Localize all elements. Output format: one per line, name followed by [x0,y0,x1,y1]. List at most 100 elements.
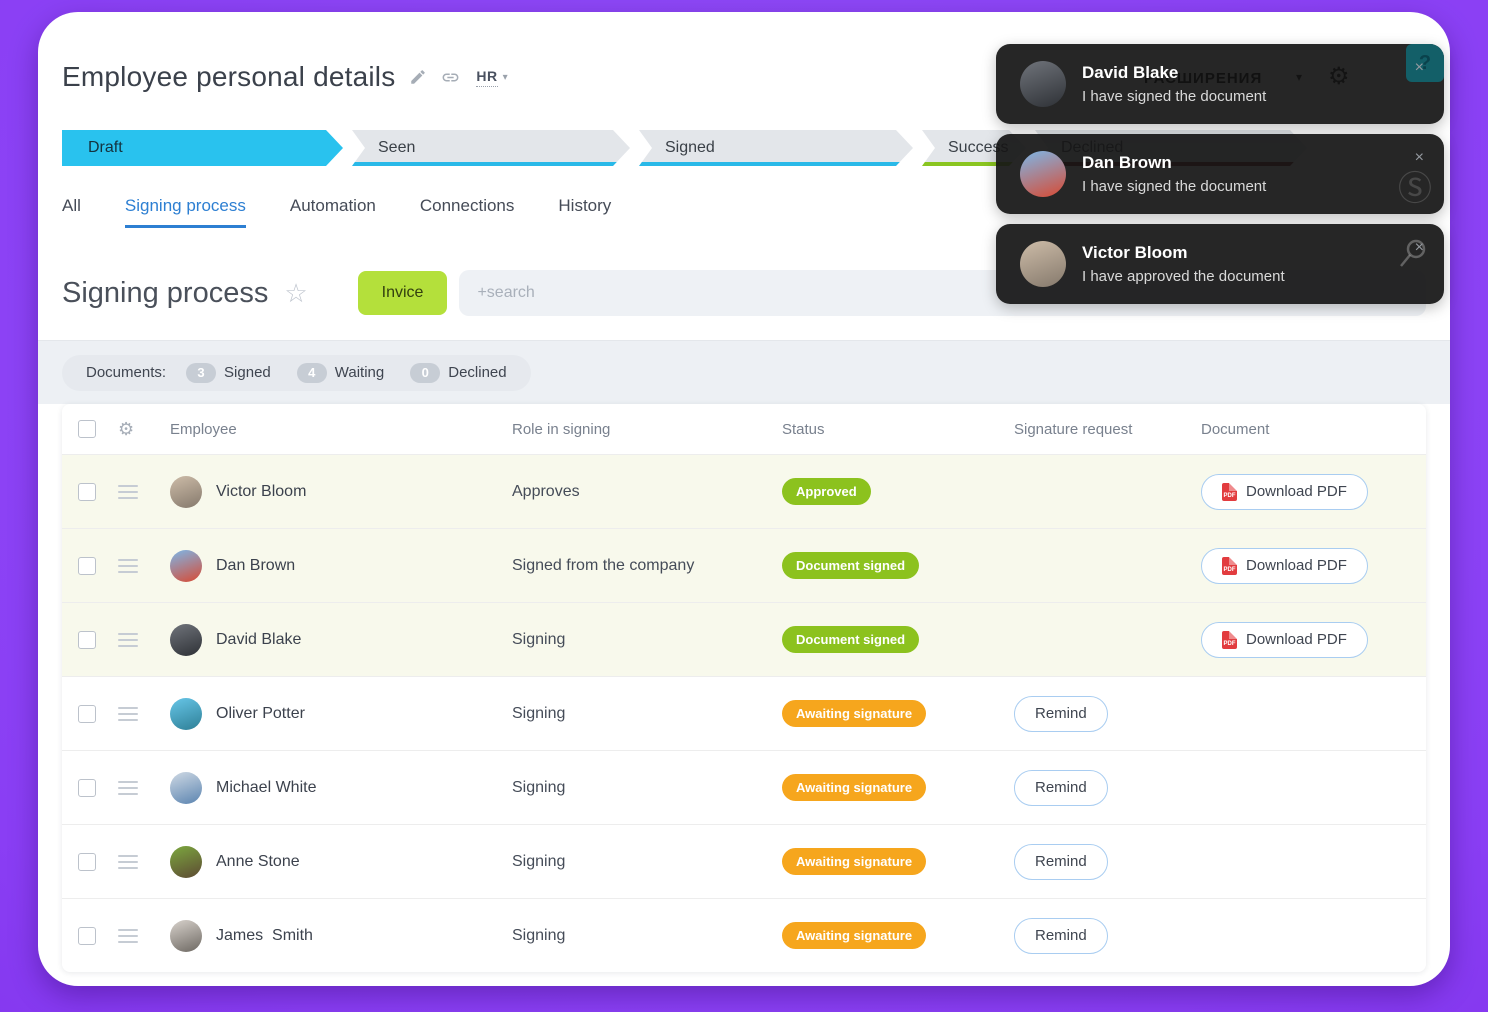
toast-message: I have signed the document [1082,88,1266,105]
tab-history[interactable]: History [558,196,611,225]
toast-close-icon[interactable]: × [1415,150,1424,166]
table-row: Victor BloomApprovesApproved Download PDF [62,454,1426,528]
employee-cell: Victor Bloom [170,476,512,508]
table-row: Michael WhiteSigningAwaiting signatureRe… [62,750,1426,824]
table-settings-gear-icon[interactable]: ⚙ [118,419,170,440]
drag-handle[interactable] [118,485,138,499]
tab-signing-process[interactable]: Signing process [125,196,246,228]
documents-band: Documents: 3Signed4Waiting0Declined [38,340,1450,404]
tab-automation[interactable]: Automation [290,196,376,225]
background-magnifier-icon [1394,236,1430,277]
employee-name: Anne Stone [216,853,300,871]
toast-body: Dan Brown I have signed the document [1082,153,1266,195]
status-badge: Document signed [782,552,919,579]
toast-body: Victor Bloom I have approved the document [1082,243,1285,285]
documents-counter-signed: 3Signed [186,363,271,383]
column-status: Status [782,421,1014,438]
edit-icon[interactable] [409,68,427,86]
employee-name: James Smith [216,927,313,945]
row-checkbox[interactable] [78,631,96,649]
avatar [170,846,202,878]
remind-button[interactable]: Remind [1014,696,1108,732]
document-cell: Download PDF [1201,548,1426,584]
employee-cell: David Blake [170,624,512,656]
column-document: Document [1201,421,1426,438]
documents-counter-waiting: 4Waiting [297,363,384,383]
step-signed[interactable]: Signed [639,130,913,166]
column-signature-request: Signature request [1014,421,1201,438]
role-in-signing: Approves [512,483,782,501]
notification-toast: ⓈDan BrownI have signed the document× [996,134,1444,214]
table-row: David BlakeSigningDocument signedDownloa… [62,602,1426,676]
notification-toast: РАСШИРЕНИЯ▾⚙?David BlakeI have signed th… [996,44,1444,124]
download-pdf-label: Download PDF [1246,631,1347,648]
tab-all[interactable]: All [62,196,81,225]
avatar [170,698,202,730]
download-pdf-button[interactable]: Download PDF [1201,622,1368,658]
status-cell: Awaiting signature [782,700,1014,727]
counter-value: 0 [410,363,440,383]
toast-message: I have signed the document [1082,178,1266,195]
role-in-signing: Signing [512,631,782,649]
toast-user-name: Dan Brown [1082,153,1266,173]
drag-handle[interactable] [118,633,138,647]
notification-stack: РАСШИРЕНИЯ▾⚙?David BlakeI have signed th… [996,44,1444,304]
select-all-checkbox[interactable] [78,420,96,438]
status-badge: Awaiting signature [782,922,926,949]
download-pdf-button[interactable]: Download PDF [1201,474,1368,510]
drag-handle[interactable] [118,559,138,573]
employee-cell: James Smith [170,920,512,952]
row-checkbox[interactable] [78,705,96,723]
column-role: Role in signing [512,421,782,438]
avatar [170,624,202,656]
toast-user-name: Victor Bloom [1082,243,1285,263]
remind-button[interactable]: Remind [1014,844,1108,880]
row-checkbox[interactable] [78,853,96,871]
drag-handle[interactable] [118,855,138,869]
step-draft[interactable]: Draft [62,130,343,166]
documents-counters: 3Signed 4Waiting 0 Declined [186,363,507,383]
drag-handle[interactable] [118,929,138,943]
avatar [170,550,202,582]
toast-user-name: David Blake [1082,63,1266,83]
drag-handle[interactable] [118,707,138,721]
documents-counter-declined: 0 Declined [410,363,506,383]
star-icon[interactable]: ☆ [284,280,307,306]
status-cell: Awaiting signature [782,848,1014,875]
help-button[interactable]: ? [1406,44,1444,82]
row-checkbox[interactable] [78,927,96,945]
toast-avatar [1020,151,1066,197]
toast-message: I have approved the document [1082,268,1285,285]
link-icon[interactable] [441,68,460,87]
avatar [170,772,202,804]
role-in-signing: Signed from the company [512,557,782,575]
invite-button[interactable]: Invice [358,271,448,315]
remind-button[interactable]: Remind [1014,918,1108,954]
counter-label: Declined [448,364,506,381]
toast-close-icon[interactable]: × [1415,240,1424,256]
download-pdf-label: Download PDF [1246,483,1347,500]
row-checkbox[interactable] [78,557,96,575]
toast-close-icon[interactable]: × [1415,60,1424,76]
toast-avatar [1020,241,1066,287]
table-header: ⚙ Employee Role in signing Status Signat… [62,404,1426,454]
status-badge: Approved [782,478,871,505]
table-row: Dan Brown Signed from the companyDocument… [62,528,1426,602]
row-checkbox[interactable] [78,483,96,501]
pdf-icon [1222,631,1237,649]
role-in-signing: Signing [512,705,782,723]
remind-button[interactable]: Remind [1014,770,1108,806]
document-cell: Download PDF [1201,474,1426,510]
pdf-icon [1222,557,1237,575]
status-cell: Document signed [782,552,1014,579]
drag-handle[interactable] [118,781,138,795]
signing-table: ⚙ Employee Role in signing Status Signat… [62,404,1426,972]
page-title: Employee personal details [62,61,395,93]
tab-connections[interactable]: Connections [420,196,515,225]
row-checkbox[interactable] [78,779,96,797]
documents-summary: Documents: 3Signed4Waiting0Declined [62,355,531,391]
step-seen[interactable]: Seen [352,130,630,166]
employee-name: Dan Brown [216,557,295,575]
workspace-selector[interactable]: HR ▾ [476,68,507,87]
download-pdf-button[interactable]: Download PDF [1201,548,1368,584]
